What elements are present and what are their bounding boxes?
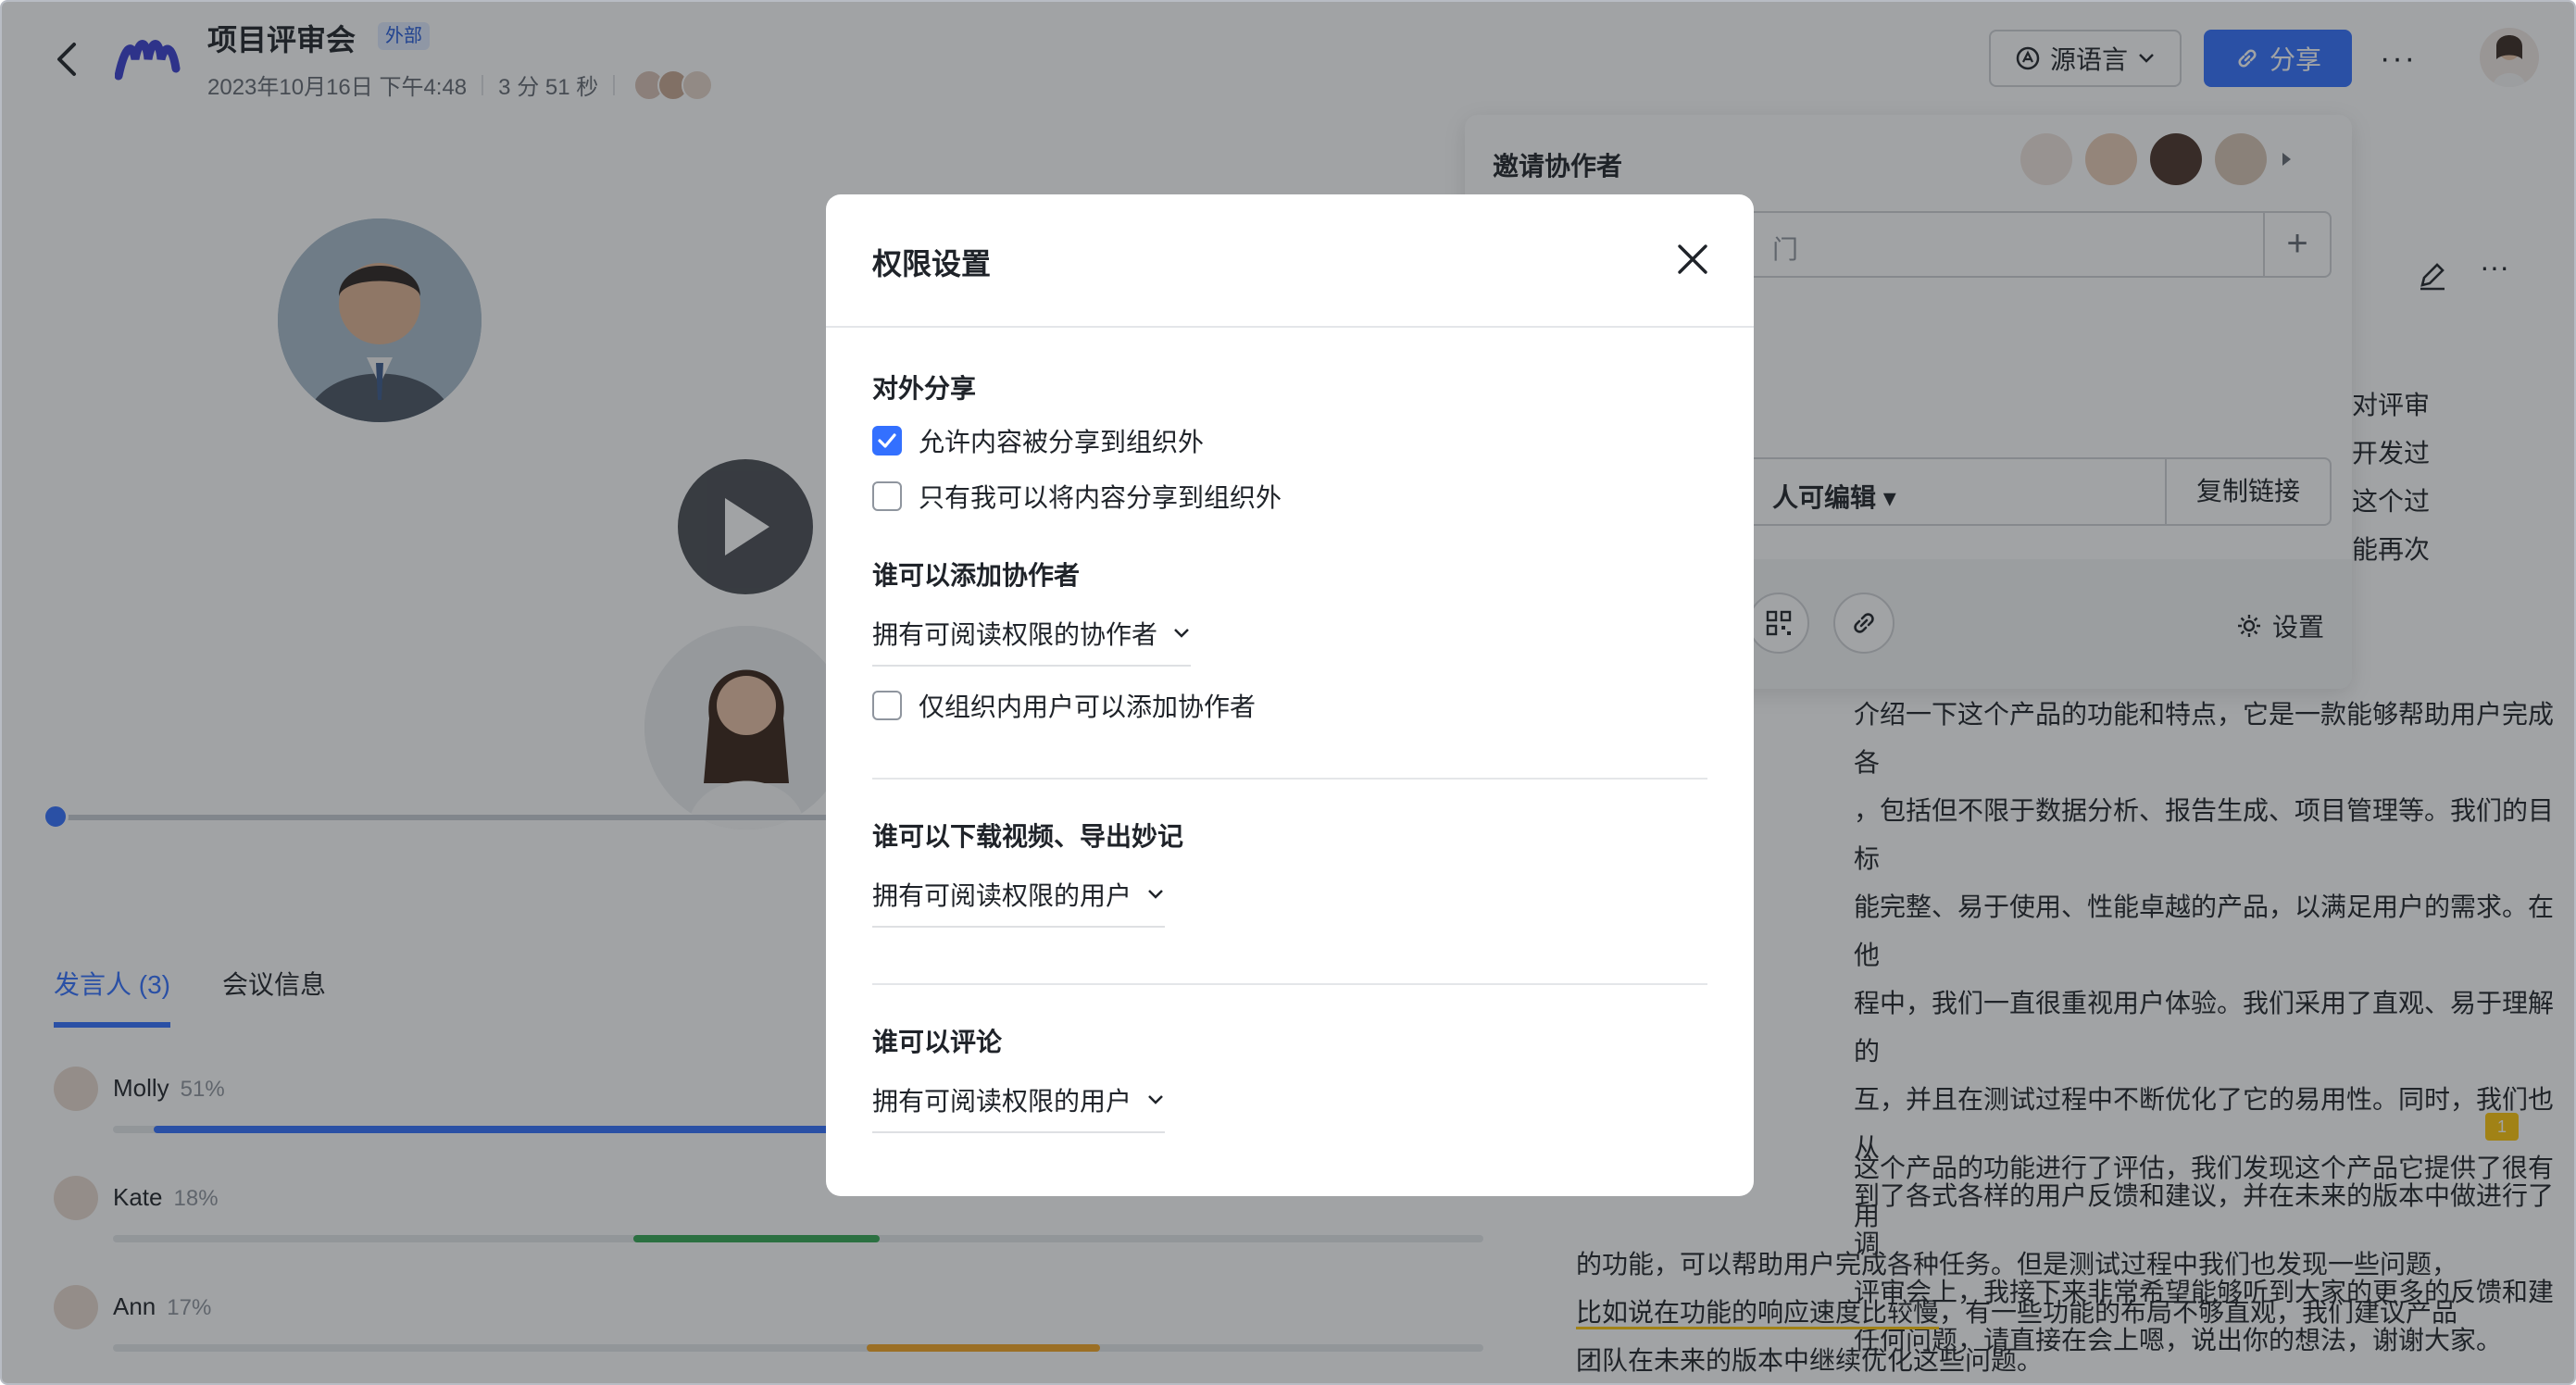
select-value: 拥有可阅读权限的用户	[872, 1087, 1132, 1116]
only-me-external-share-option[interactable]: 只有我可以将内容分享到组织外	[872, 478, 1282, 515]
option-label: 只有我可以将内容分享到组织外	[919, 483, 1282, 512]
chevron-down-icon	[1174, 629, 1189, 638]
close-button[interactable]	[1672, 239, 1713, 280]
add-collaborators-title: 谁可以添加协作者	[872, 561, 1081, 590]
org-only-collaborators-option[interactable]: 仅组织内用户可以添加协作者	[872, 687, 1256, 724]
dialog-header: 权限设置	[826, 194, 1754, 328]
download-permission-select[interactable]: 拥有可阅读权限的用户	[872, 876, 1166, 928]
option-label: 允许内容被分享到组织外	[919, 428, 1205, 456]
check-icon	[878, 433, 896, 448]
external-share-title: 对外分享	[872, 374, 977, 403]
divider	[872, 983, 1707, 985]
select-value: 拥有可阅读权限的用户	[872, 881, 1132, 910]
chevron-down-icon	[1148, 890, 1163, 899]
select-value: 拥有可阅读权限的协作者	[872, 620, 1158, 649]
checkbox[interactable]	[872, 481, 902, 511]
permission-settings-dialog: 权限设置 对外分享 允许内容被分享到组织外 只有我可以将内容分享到组织外 谁可以…	[826, 194, 1754, 1196]
divider	[872, 778, 1707, 780]
add-collaborators-select[interactable]: 拥有可阅读权限的协作者	[872, 615, 1192, 667]
download-title: 谁可以下载视频、导出妙记	[872, 822, 1184, 851]
comment-title: 谁可以评论	[872, 1028, 1003, 1056]
comment-permission-select[interactable]: 拥有可阅读权限的用户	[872, 1081, 1166, 1133]
allow-external-share-option[interactable]: 允许内容被分享到组织外	[872, 422, 1204, 459]
close-icon	[1678, 244, 1707, 274]
app-window: 项目评审会 外部 2023年10月16日 下午4:48 3 分 51 秒 源语言…	[0, 0, 2576, 1385]
option-label: 仅组织内用户可以添加协作者	[919, 692, 1257, 721]
dialog-title: 权限设置	[872, 247, 992, 281]
checkbox[interactable]	[872, 691, 902, 720]
chevron-down-icon	[1148, 1095, 1163, 1104]
checkbox-checked[interactable]	[872, 426, 902, 455]
